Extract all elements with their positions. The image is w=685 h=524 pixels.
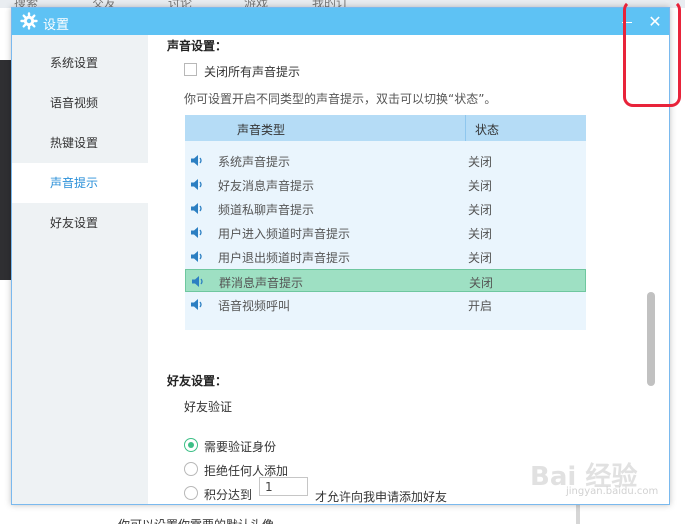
speaker-icon [191,227,202,238]
sound-row[interactable]: 用户退出频道时声音提示 关闭 [185,245,586,268]
score-suffix-label: 才允许向我申请添加好友 [315,490,448,504]
sidebar-item-friends[interactable]: 好友设置 [12,203,148,243]
radio-label: 需要验证身份 [204,440,277,454]
background-divider [576,505,580,524]
gear-icon [20,12,38,30]
radio-button[interactable] [184,438,198,452]
radio-label: 积分达到 [204,488,253,502]
sound-row[interactable]: 用户进入频道时声音提示 关闭 [185,221,586,244]
sound-status-label: 关闭 [468,203,493,217]
background-text: 你可以设置你需要的默认头像 [118,516,274,524]
column-header-type: 声音类型 [237,123,286,137]
watermark-url: jingyan.baidu.com [566,486,659,497]
speaker-icon [191,251,202,262]
sound-status-label: 关闭 [468,251,493,265]
speaker-icon [191,203,202,214]
friend-verify-label: 好友验证 [184,400,233,414]
speaker-icon [192,276,203,287]
speaker-icon [191,155,202,166]
sidebar-item-hotkeys[interactable]: 热键设置 [12,123,148,163]
sidebar-item-system[interactable]: 系统设置 [12,43,148,83]
sound-row[interactable]: 频道私聊声音提示 关闭 [185,197,586,220]
column-divider [465,115,466,141]
speaker-icon [191,179,202,190]
sound-type-label: 频道私聊声音提示 [218,203,315,217]
title-bar[interactable]: 设置 ✕ [12,8,669,35]
column-header-status: 状态 [475,123,500,137]
radio-button[interactable] [184,462,198,476]
sound-type-label: 语音视频呼叫 [218,299,291,313]
sound-hint: 你可设置开启不同类型的声音提示，双击可以切换“状态”。 [184,92,497,106]
sound-row[interactable]: 群消息声音提示 关闭 [185,269,586,292]
annotation-highlight [623,0,681,107]
sound-types-table: 声音类型 状态 系统声音提示 关闭 好友消息声音提示 关闭 频道私聊声音提示 关闭 用户进入… [185,115,586,330]
sound-type-label: 用户进入频道时声音提示 [218,227,351,241]
friends-section-title: 好友设置： [167,374,228,388]
table-header: 声音类型 状态 [185,115,586,141]
sound-row[interactable]: 好友消息声音提示 关闭 [185,173,586,196]
sound-status-label: 开启 [468,299,493,313]
sound-row[interactable]: 系统声音提示 关闭 [185,149,586,172]
sidebar-item-sound-alerts[interactable]: 声音提示 [12,163,148,203]
content-scrollbar[interactable] [647,292,655,386]
speaker-icon [191,299,202,310]
dialog-title: 设置 [43,18,70,33]
sound-status-label: 关闭 [469,276,494,290]
sound-type-label: 好友消息声音提示 [218,179,315,193]
mute-all-checkbox[interactable] [184,63,197,76]
sound-status-label: 关闭 [468,227,493,241]
mute-all-label: 关闭所有声音提示 [204,65,301,79]
sound-row[interactable]: 语音视频呼叫 开启 [185,293,586,316]
sound-type-label: 群消息声音提示 [219,276,304,290]
radio-button[interactable] [184,486,198,500]
score-threshold-input[interactable] [259,477,308,496]
sound-type-label: 用户退出频道时声音提示 [218,251,351,265]
sound-type-label: 系统声音提示 [218,155,291,169]
sidebar-item-voice-video[interactable]: 语音视频 [12,83,148,123]
sound-status-label: 关闭 [468,155,493,169]
sound-status-label: 关闭 [468,179,493,193]
settings-sidebar: 系统设置 语音视频 热键设置 声音提示 好友设置 [12,35,148,504]
sound-section-title: 声音设置： [167,39,228,53]
